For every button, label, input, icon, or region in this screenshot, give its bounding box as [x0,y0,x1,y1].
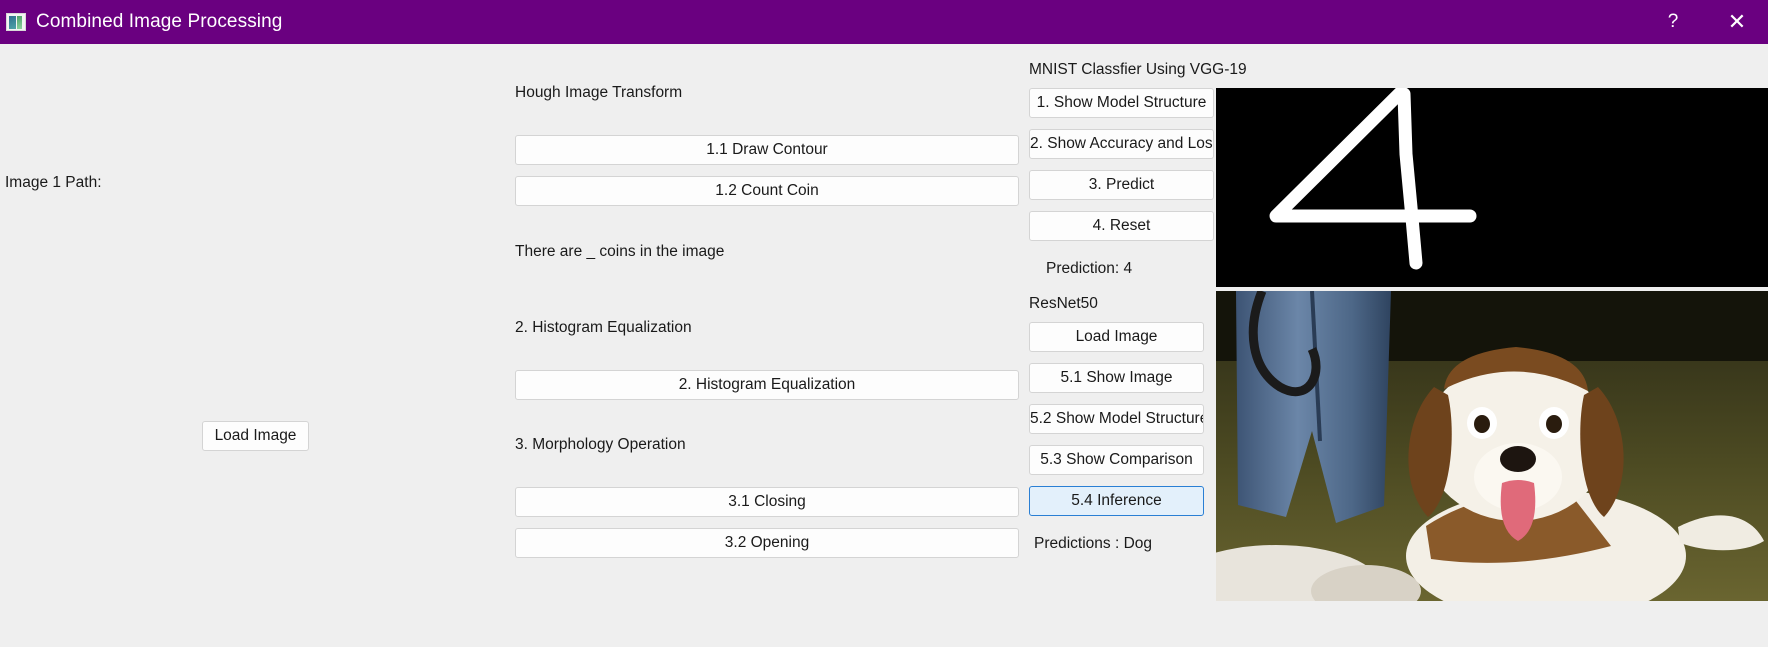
hough-transform-title: Hough Image Transform [515,84,683,101]
reset-button[interactable]: 4. Reset [1029,211,1214,241]
resnet-predictions-text: Predictions : Dog [1034,535,1153,552]
app-window-icon [6,13,26,31]
mnist-digit-preview[interactable] [1216,88,1768,287]
app-icon-shape-left [9,16,16,29]
left-load-image-button[interactable]: Load Image [202,421,309,451]
show-image-button[interactable]: 5.1 Show Image [1029,363,1204,393]
histogram-equalization-button[interactable]: 2. Histogram Equalization [515,370,1019,400]
resnet-show-model-structure-button[interactable]: 5.2 Show Model Structure [1029,404,1204,434]
resnet50-title: ResNet50 [1029,295,1098,312]
image-1-path-label: Image 1 Path: [5,174,102,191]
inference-button[interactable]: 5.4 Inference [1029,486,1204,516]
show-model-structure-button[interactable]: 1. Show Model Structure [1029,88,1214,118]
show-comparison-button[interactable]: 5.3 Show Comparison [1029,445,1204,475]
mnist-classifier-title: MNIST Classfier Using VGG-19 [1029,61,1247,78]
morphology-operation-title: 3. Morphology Operation [515,436,686,453]
count-coin-button[interactable]: 1.2 Count Coin [515,176,1019,206]
title-bar: Combined Image Processing ? ✕ [0,0,1768,44]
help-icon[interactable]: ? [1640,0,1706,44]
histogram-equalization-title: 2. Histogram Equalization [515,319,692,336]
app-icon-shape-right [17,16,22,29]
draw-contour-button[interactable]: 1.1 Draw Contour [515,135,1019,165]
resnet-image-preview[interactable] [1216,291,1768,601]
show-accuracy-and-loss-button[interactable]: 2. Show Accuracy and Loss [1029,129,1214,159]
closing-button[interactable]: 3.1 Closing [515,487,1019,517]
predict-button[interactable]: 3. Predict [1029,170,1214,200]
resnet-load-image-button[interactable]: Load Image [1029,322,1204,352]
window-title: Combined Image Processing [36,11,283,32]
coin-count-result: There are _ coins in the image [515,243,725,260]
mnist-prediction-text: Prediction: 4 [1046,260,1133,277]
opening-button[interactable]: 3.2 Opening [515,528,1019,558]
client-area: Image 1 Path: Load Image Hough Image Tra… [0,44,1768,647]
close-icon[interactable]: ✕ [1706,0,1768,44]
